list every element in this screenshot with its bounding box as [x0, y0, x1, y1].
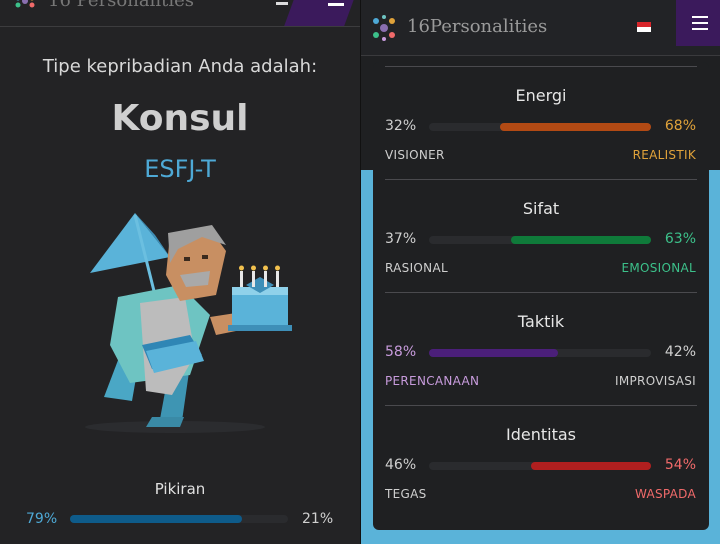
trait-bar: [429, 349, 651, 357]
trait-bar: [429, 236, 651, 244]
trait-right-pct: 54%: [664, 457, 696, 473]
trait-right-label: IMPROVISASI: [615, 374, 696, 388]
section-divider: [385, 405, 697, 406]
trait-bar-fill: [500, 123, 651, 131]
trait-bar-pikiran: [70, 515, 288, 523]
menu-icon[interactable]: [328, 3, 344, 6]
trait-name: Sifat: [522, 199, 560, 218]
trait-right-pct: 63%: [664, 231, 696, 247]
trait-right-label: EMOSIONAL: [621, 261, 696, 275]
consul-illustration: [85, 213, 292, 433]
menu-icon[interactable]: [692, 16, 708, 18]
logo-icon[interactable]: [367, 12, 401, 44]
trait-name: Energi: [515, 86, 567, 105]
trait-bar-fill: [531, 462, 651, 470]
trait-name: Taktik: [517, 312, 565, 331]
right-header: 16Personalities: [361, 0, 720, 56]
trait-left-label: PERENCANAAN: [385, 374, 480, 388]
trait-name-pikiran: Pikiran: [154, 480, 206, 498]
trait-left-pct: 37%: [385, 231, 417, 247]
flag-icon[interactable]: [276, 2, 288, 5]
trait-right-pct: 68%: [664, 118, 696, 134]
brand-name[interactable]: 16Personalities: [407, 16, 547, 37]
trait-bar: [429, 462, 651, 470]
logo-icon[interactable]: [10, 0, 40, 18]
trait-right-label: REALISTIK: [632, 148, 696, 162]
brand-name[interactable]: 16 Personalities: [48, 0, 194, 11]
indonesia-flag-icon[interactable]: [637, 22, 651, 32]
section-divider: [385, 292, 697, 293]
type-code: ESFJ-T: [144, 155, 216, 183]
menu-background: [284, 0, 356, 26]
trait-left-label: VISIONER: [385, 148, 445, 162]
trait-bar-fill: [429, 349, 558, 357]
trait-right-label: WASPADA: [634, 487, 696, 501]
trait-left-pct: 58%: [385, 344, 417, 360]
trait-bar-fill: [70, 515, 242, 523]
trait-left-label: TEGAS: [385, 487, 427, 501]
trait-bar-fill: [511, 236, 651, 244]
type-name: Konsul: [111, 98, 249, 139]
result-intro: Tipe kepribadian Anda adalah:: [42, 56, 318, 77]
trait-right-pct: 21%: [302, 511, 334, 527]
menu-icon-line: [692, 22, 708, 24]
trait-right-pct: 42%: [664, 344, 696, 360]
traits-card: [373, 62, 709, 530]
section-divider: [385, 66, 697, 67]
trait-name: Identitas: [506, 425, 576, 444]
menu-icon-line: [692, 28, 708, 30]
trait-left-label: RASIONAL: [385, 261, 448, 275]
trait-left-pct: 79%: [26, 511, 58, 527]
trait-bar: [429, 123, 651, 131]
right-screen: 16Personalities Energi 32% 68% VISIONER REAL…: [361, 0, 720, 544]
left-screen: 16 Personalities Tipe kepribadian Anda a…: [0, 0, 360, 544]
trait-left-pct: 46%: [385, 457, 417, 473]
left-header: 16 Personalities: [0, 0, 360, 27]
trait-left-pct: 32%: [385, 118, 417, 134]
section-divider: [385, 179, 697, 180]
